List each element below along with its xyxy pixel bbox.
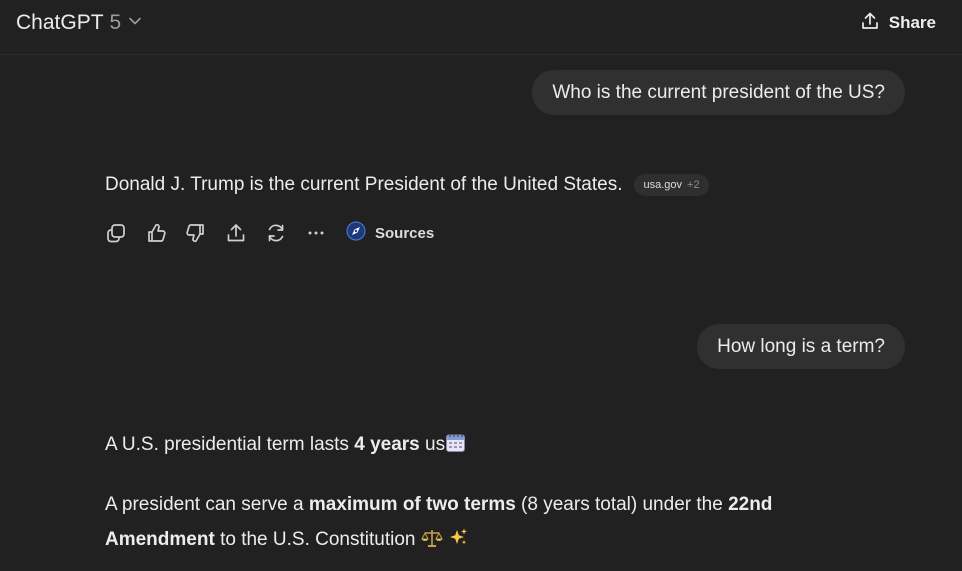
model-name: ChatGPT	[16, 11, 104, 34]
thumbs-down-icon[interactable]	[185, 222, 207, 244]
thumbs-up-icon[interactable]	[145, 222, 167, 244]
copy-icon[interactable]	[105, 222, 127, 244]
chevron-down-icon	[127, 14, 142, 33]
sparkles-emoji	[448, 525, 469, 560]
text-segment: A U.S. presidential term lasts	[105, 434, 355, 455]
model-version: 5	[109, 11, 122, 34]
assistant-message-paragraph: A U.S. presidential term lasts 4 years u…	[105, 432, 466, 459]
assistant-message-text: Donald J. Trump is the current President…	[105, 174, 623, 195]
sources-label: Sources	[375, 224, 435, 242]
user-message: How long is a term?	[697, 324, 905, 369]
more-icon[interactable]	[305, 222, 327, 244]
scales-emoji	[420, 525, 443, 560]
text-segment: A president can serve a	[105, 494, 309, 515]
text-segment: us	[419, 434, 446, 455]
share-icon	[860, 11, 880, 36]
user-message: Who is the current president of the US?	[532, 70, 905, 115]
bold-segment: 4 years	[354, 434, 420, 455]
sources-button[interactable]: Sources	[346, 221, 434, 246]
assistant-message-paragraph: A president can serve a maximum of two t…	[105, 487, 825, 560]
calendar-emoji	[445, 432, 466, 459]
message-action-bar: Sources	[105, 220, 434, 246]
source-more-count: +2	[687, 179, 700, 191]
share-button[interactable]: Share	[860, 9, 936, 37]
upload-icon[interactable]	[225, 222, 247, 244]
share-label: Share	[888, 13, 936, 32]
regenerate-icon[interactable]	[265, 222, 287, 244]
text-segment: to the U.S. Constitution	[214, 529, 421, 550]
bold-segment: maximum of two terms	[308, 494, 516, 515]
source-chip[interactable]: usa.gov +2	[634, 174, 709, 196]
top-bar: ChatGPT 5 Share	[0, 0, 962, 55]
model-switcher[interactable]: ChatGPT 5	[16, 8, 142, 38]
sources-icon	[346, 221, 366, 246]
assistant-message: Donald J. Trump is the current President…	[105, 174, 709, 196]
chat-app: ChatGPT 5 Share Who is the current presi…	[0, 0, 962, 571]
source-domain: usa.gov	[643, 179, 683, 191]
text-segment: (8 years total) under the	[515, 494, 729, 515]
